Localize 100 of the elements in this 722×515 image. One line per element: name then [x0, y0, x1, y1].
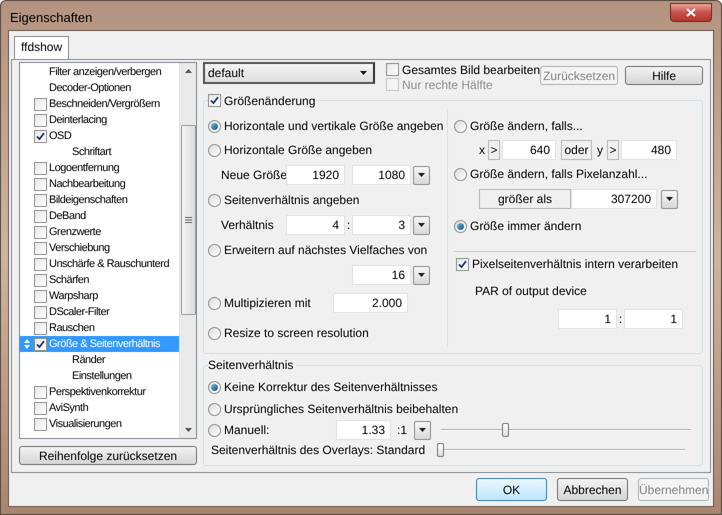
checkbox[interactable] [34, 274, 47, 286]
close-button[interactable] [670, 3, 712, 22]
input-field[interactable]: 3 [352, 215, 411, 235]
filter-item[interactable]: Einstellungen [20, 368, 179, 384]
radio-button[interactable] [208, 380, 221, 394]
filter-item[interactable]: Bildeigenschaften [20, 192, 179, 208]
option-label: Größe immer ändern [470, 218, 582, 235]
radio-button[interactable] [208, 296, 221, 310]
checkbox[interactable] [34, 130, 47, 142]
caret-icon [419, 428, 426, 432]
filter-item[interactable]: Nachbearbeitung [20, 176, 179, 192]
checkbox[interactable] [34, 210, 47, 222]
group-title: Größenänderung [224, 92, 316, 110]
option-label: Größe ändern, falls Pixelanzahl... [470, 166, 648, 183]
comparison-button[interactable]: größer als [479, 189, 571, 209]
filter-item[interactable]: Warpsharp [20, 288, 179, 304]
radio-button[interactable] [208, 144, 221, 156]
join-button[interactable]: oder [561, 140, 592, 160]
checkbox[interactable] [34, 242, 47, 254]
button[interactable]: Reihenfolge zurücksetzen [19, 446, 197, 465]
radio-button[interactable] [208, 326, 221, 340]
checkbox[interactable] [34, 178, 47, 190]
checkbox[interactable] [34, 386, 47, 398]
scrollbar[interactable] [179, 63, 196, 438]
input-field[interactable]: 4 [286, 215, 345, 235]
filter-item[interactable]: Deinterlacing [20, 112, 179, 128]
radio-button[interactable] [208, 424, 221, 436]
scroll-up-icon[interactable] [184, 69, 192, 73]
radio-button[interactable] [208, 194, 221, 206]
radio-button[interactable] [208, 244, 221, 256]
filter-item[interactable]: Rauschen [20, 320, 179, 336]
slider[interactable] [441, 422, 691, 438]
dropdown-button[interactable] [414, 420, 431, 440]
filter-item[interactable]: Schärfen [20, 272, 179, 288]
filter-item[interactable]: Unschärfe & Rauschunterd [20, 256, 179, 272]
input-field[interactable]: 1920 [286, 165, 345, 185]
operator-button[interactable]: > [607, 140, 619, 160]
checkbox[interactable] [34, 418, 47, 430]
filter-item[interactable]: Visualisierungen [20, 416, 179, 432]
checkbox[interactable] [34, 258, 47, 270]
filter-item[interactable]: Beschneiden/Vergrößern [20, 96, 179, 112]
dropdown-button[interactable] [661, 190, 678, 208]
scrollbar-thumb[interactable] [180, 125, 196, 315]
filter-item[interactable]: Filter anzeigen/verbergen [20, 64, 179, 80]
button[interactable]: Hilfe [625, 66, 704, 85]
input-field[interactable]: 640 [502, 140, 556, 160]
radio-button[interactable] [208, 120, 221, 132]
checkbox[interactable] [34, 290, 47, 302]
input-field[interactable]: 2.000 [333, 293, 408, 313]
separator-label: : [346, 217, 352, 234]
dropdown-button[interactable] [413, 166, 430, 184]
input-field[interactable]: 1 [558, 309, 617, 329]
filter-item[interactable]: Ränder [20, 352, 179, 368]
filter-item[interactable]: DeBand [20, 208, 179, 224]
button[interactable]: Abbrechen [557, 478, 628, 501]
filter-item[interactable]: Verschiebung [20, 240, 179, 256]
checkbox[interactable] [34, 194, 47, 206]
filter-item[interactable]: OSD [20, 128, 179, 144]
checkbox[interactable] [208, 94, 221, 107]
input-field[interactable]: 480 [621, 140, 677, 160]
filter-item[interactable]: DScaler-Filter [20, 304, 179, 320]
ratio-label: :1 [396, 422, 408, 439]
filter-item[interactable]: Logoentfernung [20, 160, 179, 176]
preset-dropdown[interactable]: default [203, 62, 375, 84]
input-field[interactable]: 1 [624, 309, 683, 329]
radio-button[interactable] [454, 120, 467, 132]
slider-thumb[interactable] [502, 423, 509, 437]
filter-item[interactable]: Decoder-Optionen [20, 80, 179, 96]
checkbox[interactable] [34, 162, 47, 174]
checkbox[interactable] [34, 322, 47, 334]
filter-item[interactable]: Schriftart [20, 144, 179, 160]
radio-button[interactable] [454, 220, 467, 232]
input-field[interactable]: 1080 [352, 165, 411, 185]
checkbox[interactable] [34, 306, 47, 318]
checkbox[interactable] [456, 258, 469, 270]
checkbox[interactable] [34, 98, 47, 110]
checkbox[interactable] [34, 338, 47, 350]
scroll-down-icon[interactable] [184, 428, 192, 432]
option-label: Multipizieren mit [224, 295, 312, 312]
radio-button[interactable] [208, 402, 221, 416]
input-field[interactable]: 16 [352, 265, 411, 285]
tab[interactable]: ffdshow [14, 36, 70, 59]
input-field[interactable]: 1.33 [336, 420, 391, 440]
button[interactable]: OK [476, 478, 547, 501]
dropdown-button[interactable] [413, 216, 430, 234]
checkbox[interactable] [34, 114, 47, 126]
filter-item[interactable]: Perspektivenkorrektur [20, 384, 179, 400]
slider[interactable] [437, 442, 685, 458]
option-label: Nur rechte Hälfte [402, 76, 493, 94]
filter-item[interactable]: Grenzwerte [20, 224, 179, 240]
slider-thumb[interactable] [437, 443, 444, 457]
filter-item[interactable]: AviSynth [20, 400, 179, 416]
radio-button[interactable] [454, 168, 467, 180]
operator-button[interactable]: > [488, 140, 500, 160]
dropdown-button[interactable] [413, 266, 430, 284]
checkbox[interactable] [34, 226, 47, 238]
checkbox[interactable] [34, 402, 47, 414]
checkbox[interactable] [386, 63, 399, 76]
input-field[interactable]: 307200 [571, 189, 657, 209]
option-label: Horizontale und vertikale Größe angeben [224, 118, 444, 135]
